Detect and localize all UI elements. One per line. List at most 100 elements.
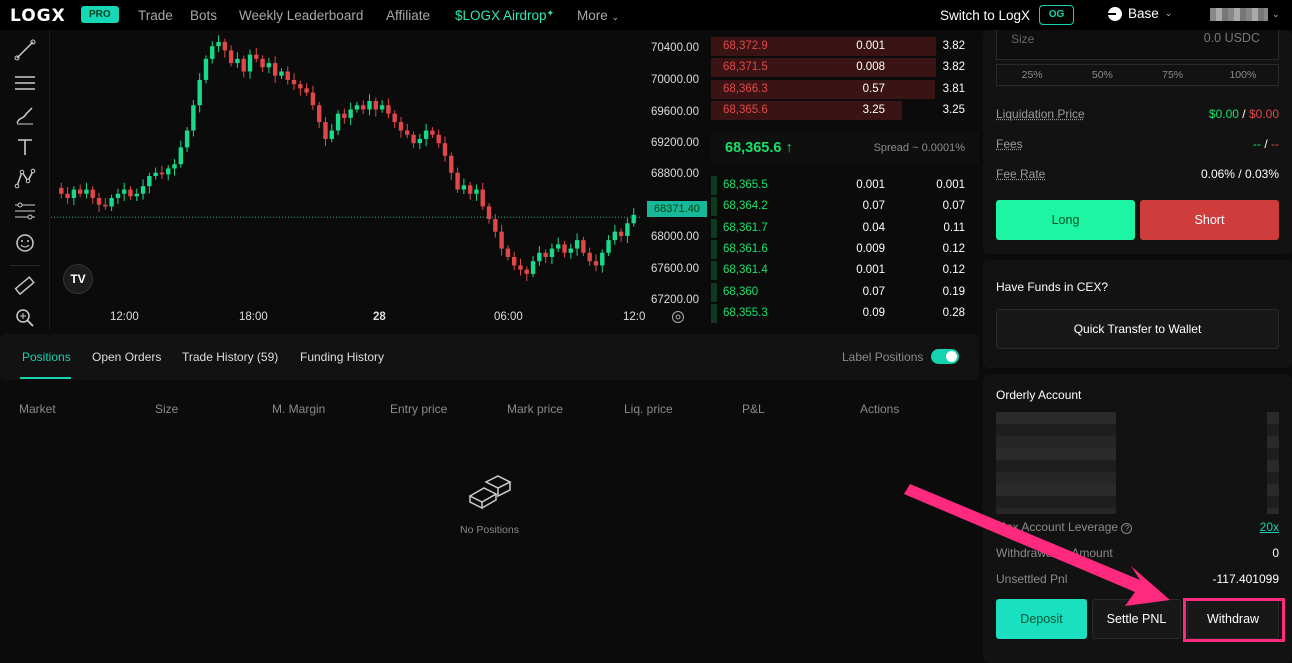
bid-row[interactable]: 68,355.3 0.09 0.28 xyxy=(711,303,979,324)
quick-transfer-button[interactable]: Quick Transfer to Wallet xyxy=(996,309,1279,349)
bid-row[interactable]: 68,361.4 0.001 0.12 xyxy=(711,260,979,281)
percent-75-button[interactable]: 75% xyxy=(1138,65,1208,85)
ask-row[interactable]: 68,365.6 3.25 3.25 xyxy=(711,100,979,121)
label-positions-label: Label Positions xyxy=(842,350,924,364)
bid-row[interactable]: 68,361.7 0.04 0.11 xyxy=(711,218,979,239)
ruler-icon[interactable] xyxy=(14,275,36,297)
right-panel: Size 0.0 USDC 25% 50% 75% 100% Liquidati… xyxy=(983,30,1292,663)
liquidation-price-label[interactable]: Liquidation Price xyxy=(996,107,1085,121)
bid-row[interactable]: 68,361.6 0.009 0.12 xyxy=(711,239,979,260)
brush-icon[interactable] xyxy=(14,104,36,126)
ask-row[interactable]: 68,371.5 0.008 3.82 xyxy=(711,57,979,78)
candle-body xyxy=(518,265,523,270)
forecasting-tool-icon[interactable] xyxy=(14,200,36,222)
nav-bots[interactable]: Bots xyxy=(190,8,217,23)
size-input[interactable]: Size 0.0 USDC xyxy=(996,30,1279,60)
nav-more[interactable]: More ⌄ xyxy=(577,8,619,23)
bid-total: 0.28 xyxy=(942,306,965,319)
orderly-account-title: Orderly Account xyxy=(996,388,1082,402)
candle-body xyxy=(449,155,454,173)
horizontal-lines-icon[interactable] xyxy=(14,72,36,94)
fees-value: -- / -- xyxy=(1253,137,1279,151)
candle-body xyxy=(310,92,316,106)
candle-body xyxy=(197,79,202,106)
ask-size: 0.008 xyxy=(856,61,885,74)
wallet-address-redacted[interactable] xyxy=(1210,8,1268,21)
percent-100-button[interactable]: 100% xyxy=(1208,65,1278,85)
ask-row[interactable]: 68,366.3 0.57 3.81 xyxy=(711,79,979,100)
pro-badge: PRO xyxy=(81,6,119,23)
candle-body xyxy=(524,269,529,274)
tab-open-orders[interactable]: Open Orders xyxy=(92,350,161,364)
candle-body xyxy=(109,197,114,207)
trendline-icon[interactable] xyxy=(14,39,36,61)
bid-row[interactable]: 68,365.5 0.001 0.001 xyxy=(711,175,979,196)
bid-price: 68,361.7 xyxy=(723,221,768,234)
text-tool-icon[interactable] xyxy=(14,136,36,158)
candle-body xyxy=(159,172,165,175)
candle-body xyxy=(153,172,158,177)
spread: Spread ~ 0.0001% xyxy=(873,142,965,154)
og-badge[interactable]: OG xyxy=(1039,5,1074,25)
depth-bar xyxy=(711,303,717,323)
candle-body xyxy=(329,130,334,139)
tab-positions[interactable]: Positions xyxy=(22,350,71,364)
column-header: M. Margin xyxy=(272,402,326,416)
tab-funding-history[interactable]: Funding History xyxy=(300,350,384,364)
emoji-icon[interactable] xyxy=(14,232,36,254)
network-selector[interactable]: Base ⌄ xyxy=(1108,6,1172,21)
cex-card: Have Funds in CEX? Quick Transfer to Wal… xyxy=(983,260,1292,368)
percent-50-button[interactable]: 50% xyxy=(1067,65,1137,85)
top-nav: LOGX PRO Trade Bots Weekly Leaderboard A… xyxy=(0,0,1292,30)
candle-body xyxy=(323,122,328,139)
price-chart[interactable]: 70400.00 70000.00 69600.00 69200.00 6880… xyxy=(51,30,710,330)
candle-body xyxy=(600,252,605,266)
chart-settings-icon[interactable] xyxy=(671,310,685,324)
candle-body xyxy=(260,58,265,68)
depth-bar xyxy=(711,218,717,238)
bid-total: 0.12 xyxy=(942,242,965,255)
max-leverage-value[interactable]: 20x xyxy=(1260,520,1279,534)
ask-size: 0.001 xyxy=(856,40,885,52)
mid-price-row: 68,365.6 ↑ Spread ~ 0.0001% xyxy=(711,131,979,165)
info-icon[interactable]: ? xyxy=(1121,523,1133,534)
long-button[interactable]: Long xyxy=(996,200,1135,240)
deposit-button[interactable]: Deposit xyxy=(996,599,1087,639)
bid-row[interactable]: 68,360 0.07 0.19 xyxy=(711,282,979,303)
short-button[interactable]: Short xyxy=(1140,200,1279,240)
candle-body xyxy=(556,244,561,249)
candle-body xyxy=(166,168,171,175)
bid-row[interactable]: 68,364.2 0.07 0.07 xyxy=(711,196,979,217)
column-header: Entry price xyxy=(390,402,448,416)
order-book: 68,372.9 0.001 3.82 68,371.5 0.008 3.82 68,366… xyxy=(711,30,979,330)
mid-price: 68,365.6 ↑ xyxy=(725,140,793,156)
label-positions-toggle[interactable] xyxy=(931,349,959,364)
pattern-tool-icon[interactable] xyxy=(14,168,36,190)
switch-to-logx[interactable]: Switch to LogX xyxy=(940,8,1030,23)
liq-short-value: $0.00 xyxy=(1248,107,1279,121)
chevron-down-icon[interactable]: ⌄ xyxy=(1272,9,1280,20)
candle-body xyxy=(77,189,83,194)
ask-row[interactable]: 68,372.9 0.001 3.82 xyxy=(711,36,979,57)
nav-airdrop[interactable]: $LOGX Airdrop✦ xyxy=(455,8,554,23)
last-price-tag: 68371.40 xyxy=(647,201,707,217)
percent-25-button[interactable]: 25% xyxy=(997,65,1067,85)
settle-pnl-button[interactable]: Settle PNL xyxy=(1092,599,1181,639)
size-percent-selector: 25% 50% 75% 100% xyxy=(996,64,1279,86)
fees-label[interactable]: Fees xyxy=(996,137,1023,151)
nav-affiliate[interactable]: Affiliate xyxy=(386,8,430,23)
zoom-in-icon[interactable] xyxy=(14,307,36,329)
toolbar-divider xyxy=(10,265,40,266)
price-tick: 68000.00 xyxy=(651,231,699,243)
candle-body xyxy=(511,256,517,266)
ask-size: 0.57 xyxy=(862,82,885,95)
logx-logo[interactable]: LOGX xyxy=(10,6,66,26)
nav-trade[interactable]: Trade xyxy=(138,8,173,23)
nav-weekly-leaderboard[interactable]: Weekly Leaderboard xyxy=(239,8,363,23)
tab-trade-history[interactable]: Trade History (59) xyxy=(182,350,278,364)
candle-body xyxy=(178,147,184,165)
column-header: Actions xyxy=(860,402,900,416)
fee-rate-label[interactable]: Fee Rate xyxy=(996,167,1045,181)
candle-body xyxy=(530,261,536,274)
candle-body xyxy=(342,113,347,118)
